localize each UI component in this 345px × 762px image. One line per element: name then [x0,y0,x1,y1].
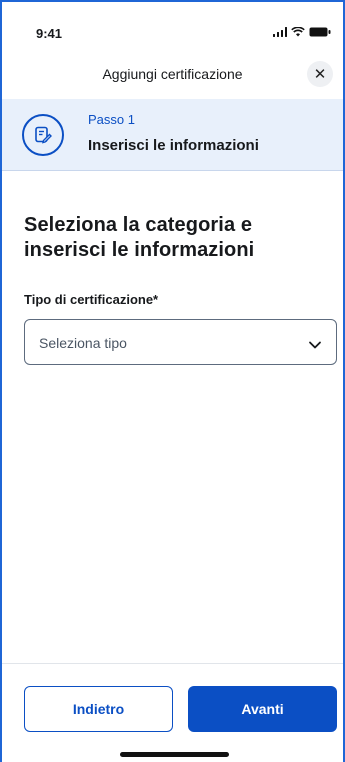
page-title: Aggiungi certificazione [102,66,243,82]
step-number: Passo 1 [88,112,135,127]
close-button[interactable]: ✕ [307,61,333,87]
certification-type-label: Tipo di certificazione* [24,292,159,307]
home-indicator [120,752,229,757]
signal-icon [272,27,287,37]
section-heading: Seleziona la categoria e inserisci le in… [24,214,255,261]
status-icons [272,27,332,37]
certification-type-select[interactable]: Seleziona tipo [24,319,337,365]
back-button[interactable]: Indietro [24,686,173,732]
status-time: 9:41 [36,26,63,41]
next-button[interactable]: Avanti [188,686,337,732]
document-edit-icon [22,114,64,156]
chevron-down-icon [308,337,322,355]
battery-icon [309,27,331,37]
select-placeholder: Seleziona tipo [39,335,127,351]
header: Aggiungi certificazione ✕ [2,54,343,94]
step-indicator: Passo 1 Inserisci le informazioni [2,99,343,171]
footer-actions: Indietro Avanti [2,663,343,762]
wifi-icon [291,27,305,37]
status-bar: 9:41 [2,2,343,54]
close-icon: ✕ [313,66,327,83]
step-title: Inserisci le informazioni [88,137,259,154]
phone-frame: 9:41 Aggiungi certificazione ✕ Passo 1 I… [0,0,345,762]
